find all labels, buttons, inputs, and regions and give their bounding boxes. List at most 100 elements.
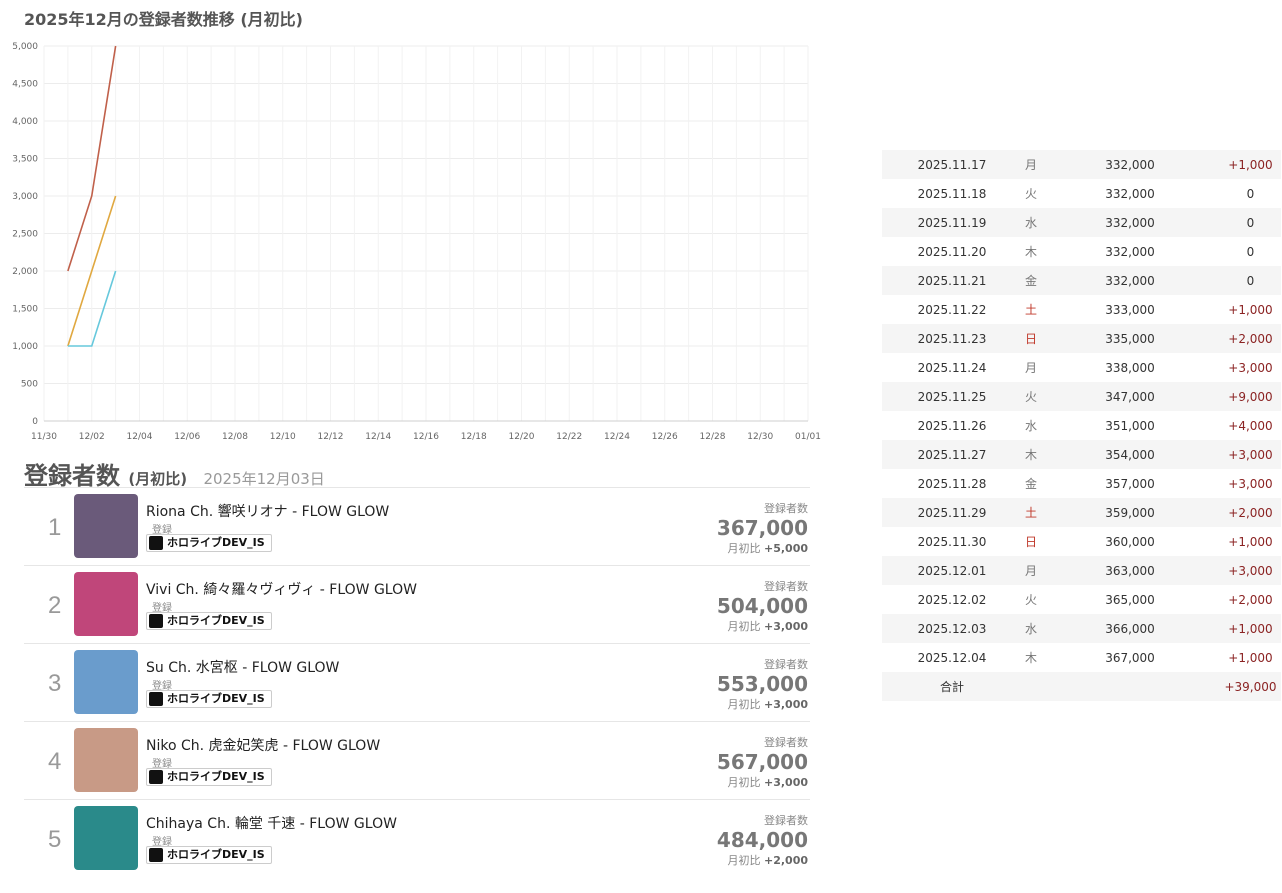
subs-label: 登録者数 [764, 502, 808, 515]
total-empty [1040, 672, 1220, 701]
subs-cell: 365,000 [1105, 592, 1155, 607]
ranking-date: 2025年12月03日 [203, 470, 325, 488]
diff-cell: +2,000 [1228, 331, 1273, 346]
weekday-cell: 木 [1024, 245, 1037, 259]
table-row: 2025.12.01 月 363,000 +3,000 [882, 556, 1281, 585]
diff-cell: +3,000 [1228, 563, 1273, 578]
subs-block: 登録者数 504,000 月初比 +3,000 [717, 578, 808, 634]
group-logo-icon [149, 848, 163, 862]
date-cell: 2025.11.29 [917, 505, 987, 520]
diff-label: 月初比 [727, 776, 761, 789]
subs-block: 登録者数 484,000 月初比 +2,000 [717, 812, 808, 868]
table-row: 2025.11.27 木 354,000 +3,000 [882, 440, 1281, 469]
date-cell: 2025.11.26 [917, 418, 987, 433]
subscriber-line-chart: 0 500 1,000 1,500 2,000 2,500 3,000 3,500 4,000 4… [12, 42, 821, 442]
date-cell: 2025.11.22 [917, 302, 987, 317]
date-cell: 2025.11.23 [917, 331, 987, 346]
diff-line: 月初比 +3,000 [717, 696, 808, 712]
x-tick-label: 12/02 [79, 432, 105, 442]
ranking-title-sub: (月初比) [128, 470, 188, 488]
channel-name[interactable]: Vivi Ch. 綺々羅々ヴィヴィ - FLOW GLOW [146, 579, 417, 599]
avatar[interactable] [74, 572, 138, 636]
x-tick-label: 12/28 [700, 432, 726, 442]
diff-cell: +2,000 [1228, 505, 1273, 520]
y-tick-label: 3,500 [12, 155, 38, 165]
group-badge[interactable]: ホロライブDEV_IS [146, 768, 272, 786]
y-tick-label: 2,500 [12, 230, 38, 240]
x-tick-label: 12/26 [652, 432, 678, 442]
group-badge[interactable]: ホロライブDEV_IS [146, 846, 272, 864]
x-tick-label: 01/01 [795, 432, 821, 442]
group-badge[interactable]: ホロライブDEV_IS [146, 534, 272, 552]
ranking-title: 登録者数 (月初比) 2025年12月03日 [24, 456, 325, 491]
table-row: 2025.11.26 水 351,000 +4,000 [882, 411, 1281, 440]
ranking-list: 1 Riona Ch. 響咲リオナ - FLOW GLOW 登録 ホロライブDE… [24, 487, 810, 877]
avatar[interactable] [74, 806, 138, 870]
subs-value: 553,000 [716, 672, 808, 696]
x-tick-label: 12/22 [556, 432, 582, 442]
channel-name[interactable]: Niko Ch. 虎金妃笑虎 - FLOW GLOW [146, 735, 380, 755]
diff-line: 月初比 +3,000 [717, 618, 808, 634]
ranking-title-main: 登録者数 [24, 462, 120, 490]
group-badge[interactable]: ホロライブDEV_IS [146, 612, 272, 630]
group-name: ホロライブDEV_IS [167, 770, 265, 783]
channel-name[interactable]: Su Ch. 水宮枢 - FLOW GLOW [146, 657, 339, 677]
avatar[interactable] [74, 728, 138, 792]
x-tick-label: 12/04 [127, 432, 153, 442]
avatar[interactable] [74, 650, 138, 714]
table-row: 2025.11.25 火 347,000 +9,000 [882, 382, 1281, 411]
subs-value: 484,000 [716, 828, 808, 852]
date-cell: 2025.11.17 [917, 157, 987, 172]
channel-name[interactable]: Chihaya Ch. 輪堂 千速 - FLOW GLOW [146, 813, 397, 833]
x-tick-label: 12/30 [747, 432, 773, 442]
diff-cell: +9,000 [1228, 389, 1273, 404]
subs-value: 504,000 [716, 594, 808, 618]
subs-value: 567,000 [716, 750, 808, 774]
group-badge[interactable]: ホロライブDEV_IS [146, 690, 272, 708]
rank-number: 4 [48, 748, 62, 775]
subs-cell: 357,000 [1105, 476, 1155, 491]
channel-name[interactable]: Riona Ch. 響咲リオナ - FLOW GLOW [146, 501, 389, 521]
diff-cell: +3,000 [1228, 360, 1273, 375]
date-cell: 2025.11.25 [917, 389, 987, 404]
weekday-cell: 日 [1024, 332, 1037, 346]
group-logo-icon [149, 536, 163, 550]
subs-cell: 338,000 [1105, 360, 1155, 375]
weekday-cell: 水 [1024, 622, 1037, 636]
list-item[interactable]: 5 Chihaya Ch. 輪堂 千速 - FLOW GLOW 登録 ホロライブ… [24, 799, 810, 877]
weekday-cell: 木 [1024, 448, 1037, 462]
total-label: 合計 [939, 680, 964, 694]
list-item[interactable]: 2 Vivi Ch. 綺々羅々ヴィヴィ - FLOW GLOW 登録 ホロライブ… [24, 565, 810, 643]
subs-cell: 332,000 [1105, 273, 1155, 288]
table-row: 2025.11.28 金 357,000 +3,000 [882, 469, 1281, 498]
diff-line: 月初比 +2,000 [717, 852, 808, 868]
weekday-cell: 月 [1024, 158, 1037, 172]
table-row: 2025.12.02 火 365,000 +2,000 [882, 585, 1281, 614]
rank-number: 5 [48, 826, 62, 853]
list-item[interactable]: 1 Riona Ch. 響咲リオナ - FLOW GLOW 登録 ホロライブDE… [24, 487, 810, 565]
x-tick-label: 12/14 [365, 432, 391, 442]
x-tick-label: 12/06 [174, 432, 200, 442]
avatar[interactable] [74, 494, 138, 558]
diff-label: 月初比 [727, 542, 761, 555]
diff-value: +3,000 [763, 776, 808, 789]
weekday-cell: 火 [1024, 187, 1037, 201]
y-tick-label: 5,000 [12, 42, 38, 52]
diff-cell: 0 [1246, 215, 1255, 230]
date-cell: 2025.12.04 [917, 650, 987, 665]
table-row: 2025.11.17 月 332,000 +1,000 [882, 150, 1281, 179]
date-cell: 2025.11.30 [917, 534, 987, 549]
subs-cell: 333,000 [1105, 302, 1155, 317]
date-cell: 2025.11.28 [917, 476, 987, 491]
diff-label: 月初比 [727, 854, 761, 867]
diff-value: +3,000 [763, 620, 808, 633]
x-tick-label: 12/18 [461, 432, 487, 442]
diff-cell: 0 [1246, 244, 1255, 259]
list-item[interactable]: 3 Su Ch. 水宮枢 - FLOW GLOW 登録 ホロライブDEV_IS … [24, 643, 810, 721]
subs-cell: 332,000 [1105, 157, 1155, 172]
date-cell: 2025.12.02 [917, 592, 987, 607]
rank-number: 1 [48, 514, 62, 541]
subs-cell: 332,000 [1105, 215, 1155, 230]
x-tick-label: 12/10 [270, 432, 296, 442]
list-item[interactable]: 4 Niko Ch. 虎金妃笑虎 - FLOW GLOW 登録 ホロライブDEV… [24, 721, 810, 799]
